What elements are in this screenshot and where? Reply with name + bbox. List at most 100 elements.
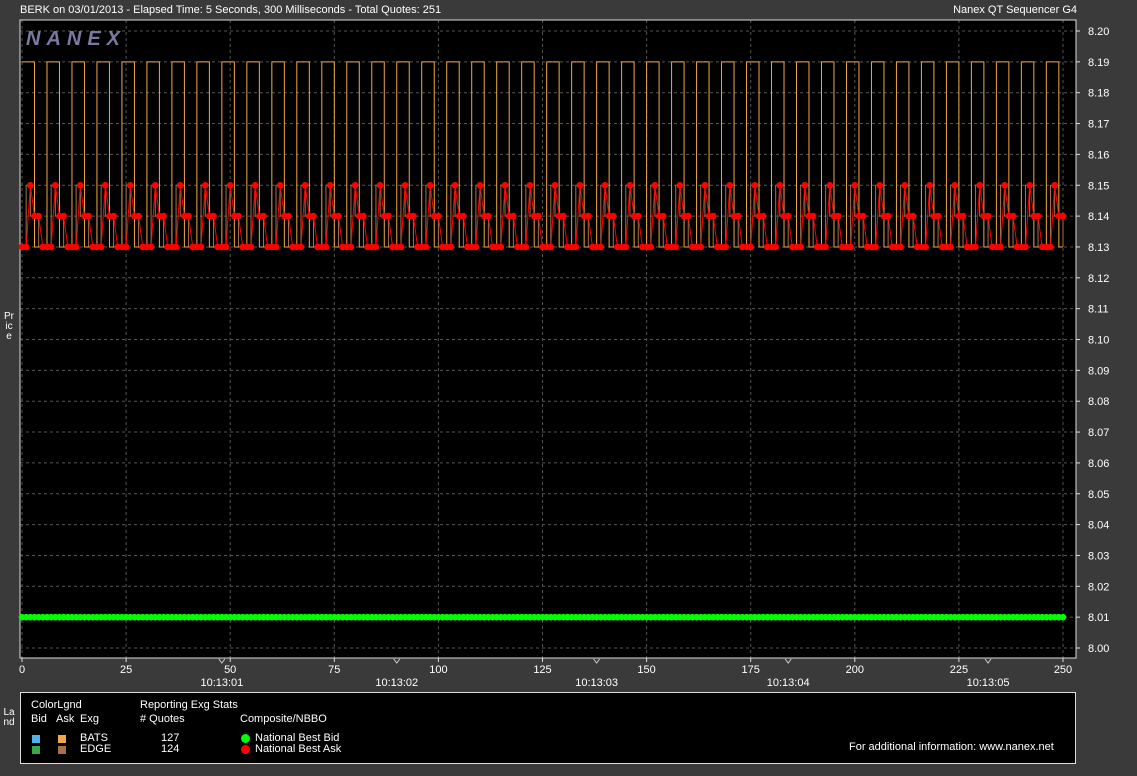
best-ask-point [210,212,217,220]
y-tick-label: 8.02 [1088,581,1109,593]
best-ask-point [222,243,230,251]
y-tick-label: 8.07 [1088,427,1109,439]
best-ask-label: National Best Ask [255,743,342,755]
x-tick-label: 150 [637,664,655,676]
x-tick-label: 250 [1054,664,1072,676]
best-ask-point [684,212,692,220]
y-tick-label: 8.20 [1088,26,1109,38]
x-tick-label: 25 [120,664,132,676]
info-text: For additional information: www.nanex.ne… [849,741,1054,753]
best-ask-point [247,243,255,251]
best-ask-point [60,212,67,220]
best-ask-point [322,243,330,251]
best-ask-point [135,212,142,220]
y-tick-label: 8.18 [1088,88,1109,100]
best-ask-point [722,243,730,251]
best-ask-point [947,243,954,251]
best-ask-point [251,181,259,189]
bid-column-header: Bid [31,713,47,725]
best-ask-point [1034,212,1042,220]
best-ask-point [272,243,280,251]
best-ask-point [626,181,634,189]
best-ask-point [126,181,134,189]
y-tick-label: 8.19 [1088,57,1109,69]
exchange-column-header: Exg [80,713,99,725]
best-bid-marker-icon [241,734,250,743]
best-ask-point [826,181,834,189]
best-ask-point [809,212,817,220]
best-ask-point [597,243,605,251]
color-legend-title: ColorLgnd [31,699,82,711]
y-tick-label: 8.13 [1088,242,1109,254]
best-ask-point [422,243,430,251]
best-ask-point [634,212,642,220]
best-ask-point [972,243,979,251]
best-bid-point [1059,613,1067,621]
best-ask-point [435,212,442,220]
best-ask-point [460,212,467,220]
best-ask-point [922,243,929,251]
best-ask-point [801,181,809,189]
best-ask-point [1026,181,1033,189]
y-tick-label: 8.12 [1088,273,1109,285]
best-ask-point [52,181,59,189]
best-ask-point [160,212,167,220]
best-ask-point [897,243,904,251]
best-ask-point [834,212,842,220]
time-tick-label: 10:13:03 [575,677,618,689]
x-tick-label: 175 [742,664,760,676]
best-ask-point [27,181,34,189]
best-ask-point [585,212,592,220]
best-ask-point [784,212,792,220]
best-ask-marker-icon [241,745,250,754]
best-ask-point [576,181,584,189]
best-ask-point [659,212,667,220]
best-ask-point [776,181,784,189]
best-ask-point [535,212,542,220]
best-ask-point [726,181,734,189]
composite-title: Composite/NBBO [240,713,327,725]
best-ask-point [901,181,909,189]
best-ask-point [734,212,742,220]
best-ask-point [301,181,309,189]
best-ask-point [447,243,455,251]
best-ask-point [172,243,180,251]
best-ask-point [185,212,192,220]
y-tick-label: 8.15 [1088,180,1109,192]
edge-bid-swatch [32,746,40,754]
best-ask-point [35,212,42,220]
best-ask-point [976,181,984,189]
x-tick-label: 0 [19,664,25,676]
time-tick-marker [593,658,601,664]
best-ask-point [385,212,392,220]
time-tick-label: 10:13:01 [200,677,243,689]
best-ask-point [847,243,854,251]
edge-ask-swatch [58,746,66,754]
best-ask-point [110,212,117,220]
best-ask-point [876,181,884,189]
best-ask-point [347,243,355,251]
x-tick-label: 100 [429,664,447,676]
best-ask-point [360,212,367,220]
best-ask-point [151,181,159,189]
best-ask-point [672,243,680,251]
best-ask-point [1059,212,1067,220]
y-tick-label: 8.03 [1088,550,1109,562]
best-ask-point [426,181,434,189]
best-ask-point [335,212,342,220]
best-ask-point [226,181,234,189]
x-tick-label: 75 [328,664,340,676]
best-ask-point [951,181,959,189]
best-ask-point [197,243,205,251]
y-tick-label: 8.10 [1088,335,1109,347]
y-tick-label: 8.04 [1088,520,1109,532]
y-tick-label: 8.16 [1088,149,1109,161]
best-ask-point [501,181,509,189]
best-ask-point [884,212,892,220]
best-ask-point [410,212,417,220]
best-ask-point [451,181,459,189]
best-ask-point [76,181,84,189]
y-axis-title: Price [4,311,14,342]
best-ask-point [651,181,659,189]
best-ask-point [401,181,409,189]
